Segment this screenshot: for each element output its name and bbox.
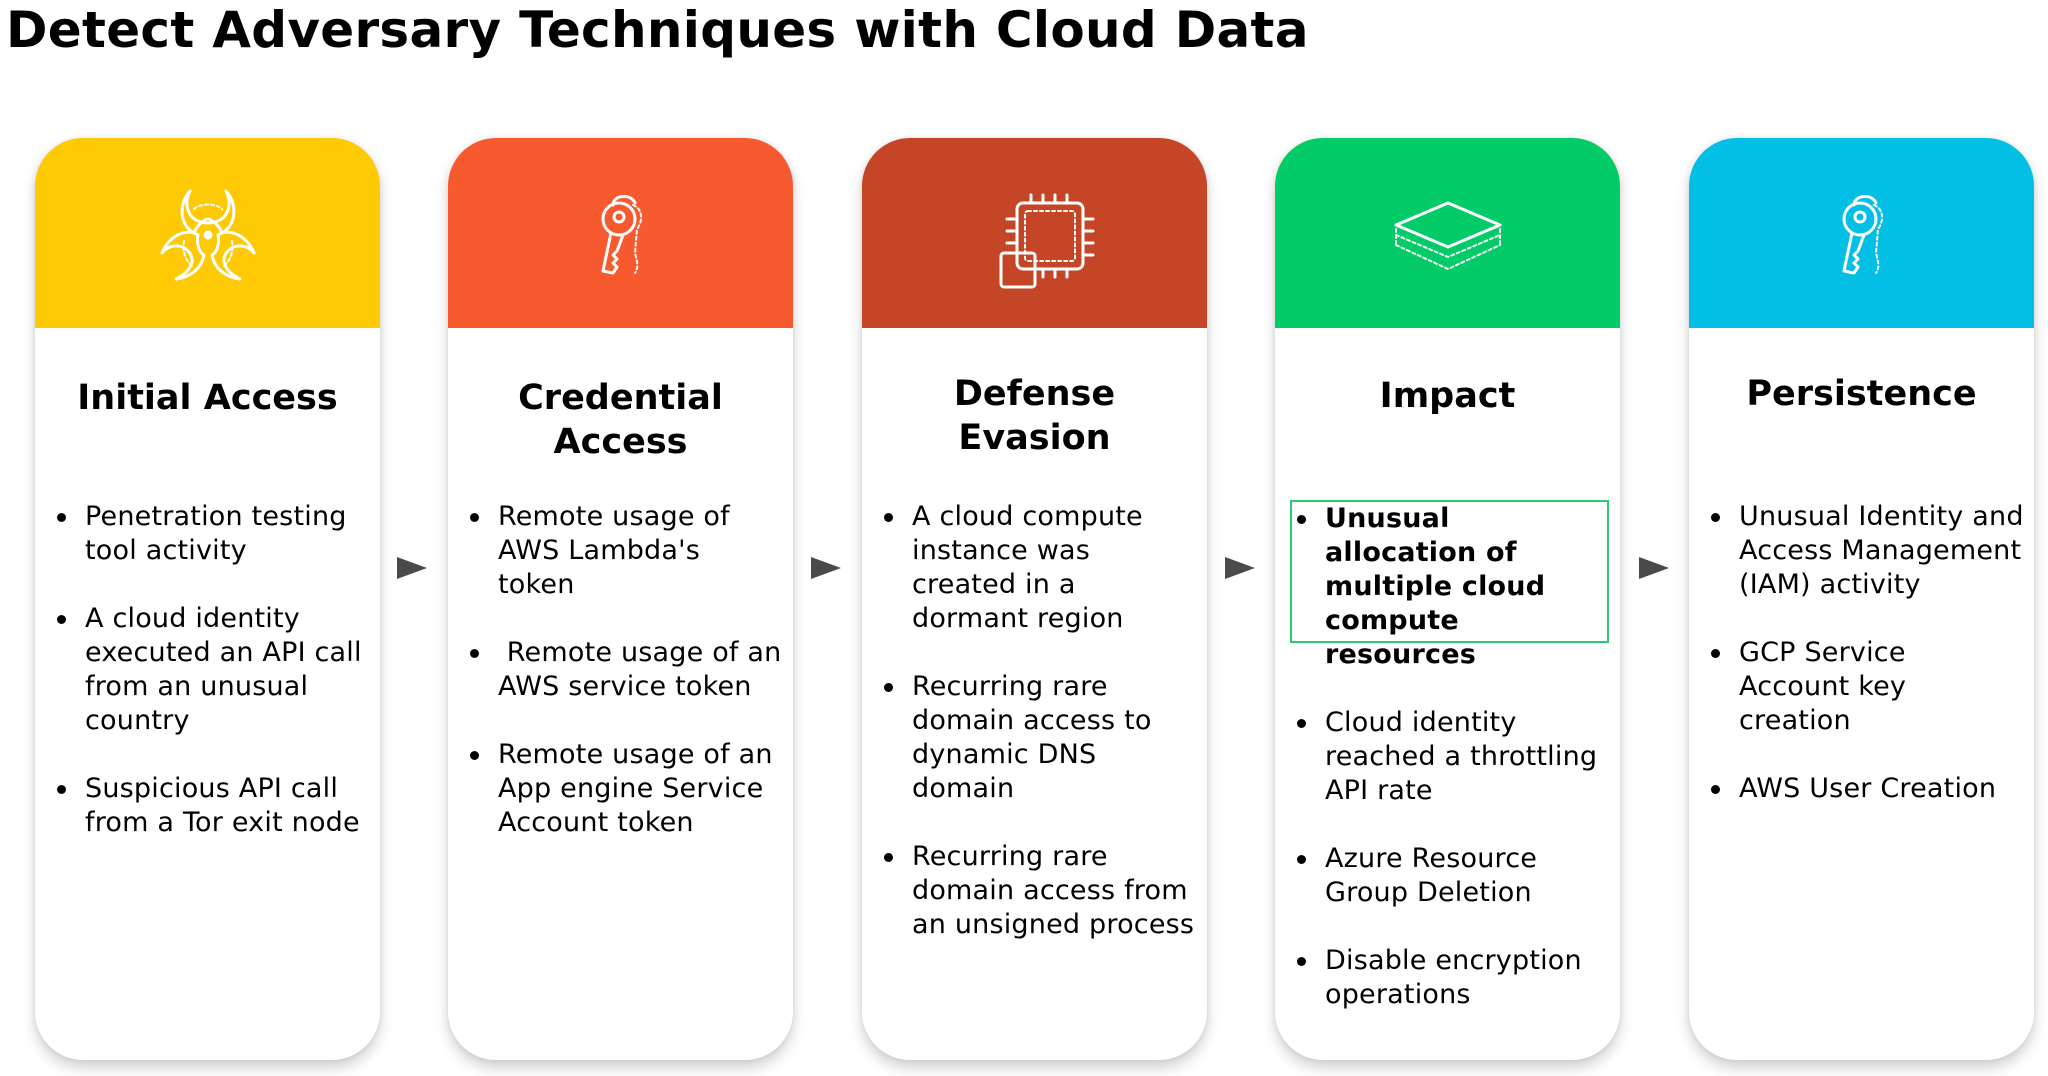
technique-list: Unusual allocation of multiple cloud com…	[1293, 502, 1610, 1046]
stage-title: Credential Access	[518, 378, 723, 462]
technique-item: Penetration testing tool activity	[53, 500, 370, 568]
keys-icon	[1842, 195, 1883, 275]
stage-card-initial-access: Initial Access Penetration testing tool …	[35, 138, 380, 1060]
technique-item-highlighted: Unusual allocation of multiple cloud com…	[1293, 502, 1610, 672]
technique-item: Remote usage of AWS Lambda's token	[466, 500, 783, 602]
stage-header	[448, 138, 793, 328]
technique-item: A cloud compute instance was created in …	[880, 500, 1197, 636]
stage-title: Impact	[1379, 376, 1516, 416]
bullet-icon	[57, 615, 66, 624]
technique-list: A cloud compute instance was created in …	[880, 500, 1197, 976]
flow-arrow-icon	[811, 557, 841, 579]
bullet-icon	[470, 513, 479, 522]
technique-item: Suspicious API call from a Tor exit node	[53, 772, 370, 840]
technique-item: Azure Resource Group Deletion	[1293, 842, 1610, 910]
bullet-icon	[1711, 513, 1720, 522]
bullet-icon	[470, 751, 479, 760]
flow-arrow-icon	[397, 557, 427, 579]
bullet-icon	[884, 513, 893, 522]
bullet-icon	[57, 513, 66, 522]
stage-header	[35, 138, 380, 328]
bullet-icon	[1297, 515, 1306, 524]
bullet-icon	[470, 649, 479, 658]
flow-arrow-icon	[1639, 557, 1669, 579]
technique-item: AWS User Creation	[1707, 772, 2024, 806]
technique-item: Remote usage of an App engine Service Ac…	[466, 738, 783, 840]
technique-list: Unusual Identity and Access Management (…	[1707, 500, 2024, 840]
bullet-icon	[884, 853, 893, 862]
stage-card-impact: Impact Unusual allocation of multiple cl…	[1275, 138, 1620, 1060]
bullet-icon	[884, 683, 893, 692]
technique-item: Cloud identity reached a throttling API …	[1293, 706, 1610, 808]
layers-icon	[1394, 201, 1501, 270]
technique-list: Penetration testing tool activity A clou…	[53, 500, 370, 874]
biohazard-icon	[160, 189, 255, 281]
technique-item: Unusual Identity and Access Management (…	[1707, 500, 2024, 602]
bullet-icon	[1711, 649, 1720, 658]
stage-title: Defense Evasion	[953, 374, 1116, 458]
technique-item: A cloud identity executed an API call fr…	[53, 602, 370, 738]
keys-icon	[601, 195, 642, 275]
bullet-icon	[1297, 719, 1306, 728]
stage-header	[1689, 138, 2034, 328]
flow-arrow-icon	[1225, 557, 1255, 579]
stage-card-persistence: Persistence Unusual Identity and Access …	[1689, 138, 2034, 1060]
bullet-icon	[1297, 957, 1306, 966]
stage-header	[862, 138, 1207, 328]
stage-title: Persistence	[1746, 374, 1977, 414]
technique-item: Recurring rare domain access from an uns…	[880, 840, 1197, 942]
technique-list: Remote usage of AWS Lambda's token Remot…	[466, 500, 783, 874]
technique-item: Disable encryption operations	[1293, 944, 1610, 1012]
cpu-chip-icon	[999, 193, 1094, 289]
stage-card-defense-evasion: Defense Evasion A cloud compute instance…	[862, 138, 1207, 1060]
technique-item: Remote usage of an AWS service token	[466, 636, 783, 704]
bullet-icon	[1297, 855, 1306, 864]
stage-card-credential-access: Credential Access Remote usage of AWS La…	[448, 138, 793, 1060]
bullet-icon	[1711, 785, 1720, 794]
stage-title: Initial Access	[77, 378, 338, 418]
stage-header	[1275, 138, 1620, 328]
technique-item: GCP Service Account key creation	[1707, 636, 2024, 738]
technique-item: Recurring rare domain access to dynamic …	[880, 670, 1197, 806]
bullet-icon	[57, 785, 66, 794]
page-title: Detect Adversary Techniques with Cloud D…	[6, 1, 1309, 59]
